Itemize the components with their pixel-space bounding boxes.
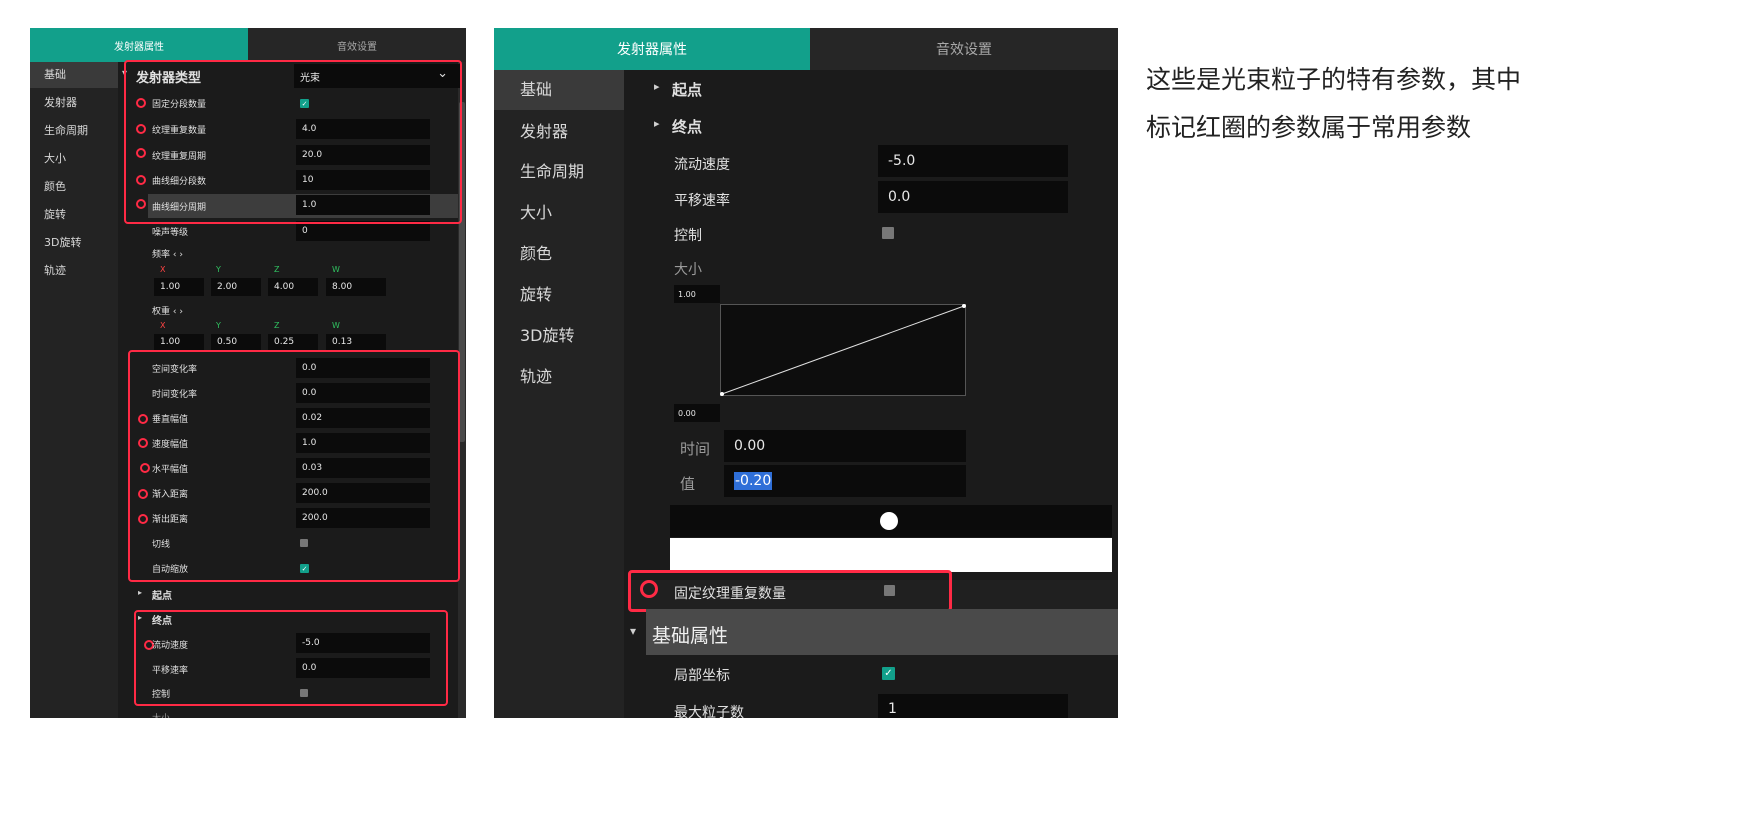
gradient-preview-strip bbox=[670, 538, 1112, 572]
left-sidebar: 基础 发射器 生命周期 大小 颜色 旋转 3D旋转 轨迹 bbox=[30, 62, 118, 718]
curve-max-input[interactable]: 1.00 bbox=[674, 285, 720, 303]
right-tab-audio[interactable]: 音效设置 bbox=[810, 28, 1118, 70]
max-particles-label: 最大粒子数 bbox=[674, 705, 744, 718]
freq-y-input[interactable]: 2.00 bbox=[211, 278, 261, 296]
start-expand-icon[interactable]: ▸ bbox=[654, 80, 660, 93]
size-label: 大小 bbox=[674, 262, 702, 278]
left-tab-audio[interactable]: 音效设置 bbox=[248, 28, 466, 62]
common-params-box-top bbox=[124, 60, 462, 224]
freq-axis-z: Z bbox=[274, 265, 280, 274]
weight-x-input[interactable]: 1.00 bbox=[154, 334, 204, 350]
right-sidebar-item-trail[interactable]: 轨迹 bbox=[494, 357, 552, 397]
left-sidebar-item-size[interactable]: 大小 bbox=[30, 146, 66, 172]
left-sidebar-item-basic[interactable]: 基础 bbox=[30, 62, 118, 88]
value-input[interactable]: -0.20 bbox=[724, 465, 966, 497]
common-params-box-middle bbox=[128, 350, 460, 582]
weight-w-input[interactable]: 0.13 bbox=[326, 334, 386, 350]
curve-min-input[interactable]: 0.00 bbox=[674, 404, 720, 422]
common-params-box bbox=[628, 570, 952, 612]
left-sidebar-item-3d-rotation[interactable]: 3D旋转 bbox=[30, 230, 81, 256]
frequency-label: 频率 ‹ › bbox=[152, 250, 183, 260]
size-cut-label: 大小 bbox=[152, 711, 170, 718]
local-coord-label: 局部坐标 bbox=[674, 668, 730, 684]
left-sidebar-item-emitter[interactable]: 发射器 bbox=[30, 90, 77, 116]
time-label: 时间 bbox=[680, 440, 711, 458]
right-sidebar-item-basic[interactable]: 基础 bbox=[494, 70, 624, 110]
curve-end-point bbox=[962, 304, 966, 308]
control-checkbox[interactable] bbox=[882, 227, 894, 239]
right-tab-emitter-props[interactable]: 发射器属性 bbox=[494, 28, 810, 70]
freq-w-input[interactable]: 8.00 bbox=[326, 278, 386, 296]
flow-speed-label: 流动速度 bbox=[674, 157, 730, 173]
weight-label: 权重 ‹ › bbox=[152, 307, 183, 317]
max-particles-input[interactable]: 1 bbox=[878, 694, 1068, 718]
freq-axis-y: Y bbox=[216, 265, 221, 274]
flow-speed-input[interactable]: -5.0 bbox=[878, 145, 1068, 177]
value-input-selected-text: -0.20 bbox=[734, 472, 773, 490]
freq-z-input[interactable]: 4.00 bbox=[268, 278, 318, 296]
translate-speed-input[interactable]: 0.0 bbox=[878, 181, 1068, 213]
weight-z-input[interactable]: 0.25 bbox=[268, 334, 318, 350]
left-sidebar-item-rotation[interactable]: 旋转 bbox=[30, 202, 66, 228]
right-sidebar-item-color[interactable]: 颜色 bbox=[494, 234, 552, 274]
noise-level-input[interactable]: 0 bbox=[296, 221, 430, 241]
freq-axis-x: X bbox=[160, 265, 166, 274]
end-expand-icon[interactable]: ▸ bbox=[654, 117, 660, 130]
weight-axis-w: W bbox=[332, 321, 340, 330]
basic-properties-header[interactable]: 基础属性 bbox=[652, 621, 728, 648]
size-curve-graph[interactable] bbox=[720, 304, 966, 396]
left-tab-emitter-props[interactable]: 发射器属性 bbox=[30, 28, 248, 62]
right-sidebar-item-lifetime[interactable]: 生命周期 bbox=[494, 152, 584, 192]
control-label: 控制 bbox=[674, 228, 702, 244]
left-sidebar-item-color[interactable]: 颜色 bbox=[30, 174, 66, 200]
right-sidebar-item-rotation[interactable]: 旋转 bbox=[494, 275, 552, 315]
right-tab-bar: 发射器属性 音效设置 bbox=[494, 28, 1118, 70]
time-input[interactable]: 0.00 bbox=[724, 430, 966, 462]
right-sidebar-item-size[interactable]: 大小 bbox=[494, 193, 552, 233]
local-coord-checkbox[interactable]: ✓ bbox=[882, 667, 895, 680]
left-sidebar-item-lifetime[interactable]: 生命周期 bbox=[30, 118, 88, 144]
end-point-label[interactable]: 终点 bbox=[672, 116, 702, 137]
start-expand-icon[interactable]: ▸ bbox=[138, 588, 142, 597]
annotation-line-2: 标记红圈的参数属于常用参数 bbox=[1146, 113, 1472, 142]
right-sidebar-item-emitter[interactable]: 发射器 bbox=[494, 112, 568, 152]
start-point-label[interactable]: 起点 bbox=[672, 79, 702, 100]
weight-axis-z: Z bbox=[274, 321, 280, 330]
freq-x-input[interactable]: 1.00 bbox=[154, 278, 204, 296]
left-editor-panel: 发射器属性 音效设置 基础 发射器 生命周期 大小 颜色 旋转 3D旋转 轨迹 … bbox=[30, 28, 466, 718]
weight-axis-x: X bbox=[160, 321, 166, 330]
freq-axis-w: W bbox=[332, 265, 340, 274]
left-tab-bar: 发射器属性 音效设置 bbox=[30, 28, 466, 62]
weight-axis-y: Y bbox=[216, 321, 221, 330]
annotation-line-1: 这些是光束粒子的特有参数，其中 bbox=[1146, 65, 1522, 94]
right-sidebar-item-3d-rotation[interactable]: 3D旋转 bbox=[494, 316, 575, 356]
annotation-text: 这些是光束粒子的特有参数，其中 标记红圈的参数属于常用参数 bbox=[1146, 56, 1556, 152]
gradient-handle-dot[interactable] bbox=[880, 512, 898, 530]
weight-y-input[interactable]: 0.50 bbox=[211, 334, 261, 350]
right-sidebar: 基础 发射器 生命周期 大小 颜色 旋转 3D旋转 轨迹 bbox=[494, 70, 624, 718]
common-params-box-bottom bbox=[134, 610, 448, 706]
right-editor-panel: 发射器属性 音效设置 基础 发射器 生命周期 大小 颜色 旋转 3D旋转 轨迹 … bbox=[494, 28, 1118, 718]
start-point-label[interactable]: 起点 bbox=[152, 587, 172, 602]
section-collapse-icon[interactable]: ▾ bbox=[630, 624, 636, 638]
value-label: 值 bbox=[680, 475, 696, 493]
translate-speed-label: 平移速率 bbox=[674, 193, 730, 209]
curve-start-point bbox=[720, 392, 724, 396]
left-sidebar-item-trail[interactable]: 轨迹 bbox=[30, 258, 66, 284]
noise-level-label: 噪声等级 bbox=[152, 228, 189, 238]
